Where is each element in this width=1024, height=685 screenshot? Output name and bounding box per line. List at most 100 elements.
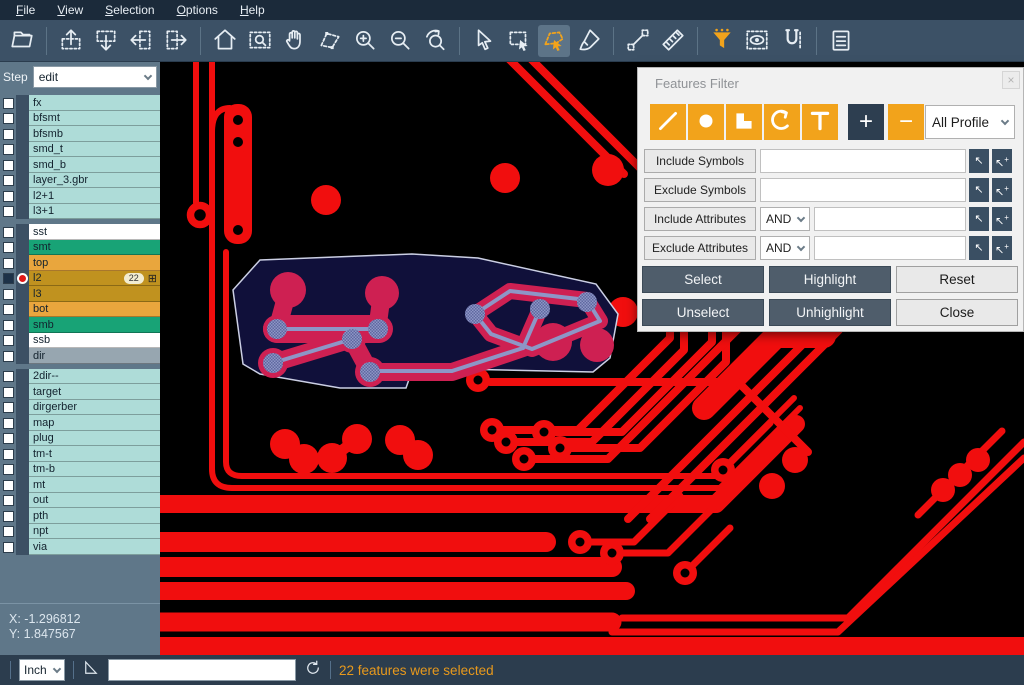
home-view-button[interactable] xyxy=(209,25,241,57)
layer-active-indicator[interactable] xyxy=(16,224,29,240)
zoom-in-button[interactable] xyxy=(349,25,381,57)
layer-active-indicator[interactable] xyxy=(16,524,29,540)
layer-visibility-checkbox[interactable] xyxy=(3,227,14,238)
menu-options[interactable]: Options xyxy=(167,1,228,19)
layer-row-sst[interactable]: sst xyxy=(0,224,160,240)
layer-row-out[interactable]: out xyxy=(0,493,160,509)
layer-visibility-checkbox[interactable] xyxy=(3,144,14,155)
layer-row-npt[interactable]: npt xyxy=(0,524,160,540)
exclude-symbols-button[interactable]: Exclude Symbols xyxy=(644,178,756,202)
layer-active-indicator[interactable] xyxy=(16,317,29,333)
pick-from-screen-button[interactable]: ↖ xyxy=(969,207,989,231)
pick-from-screen-button[interactable]: ↖ xyxy=(969,149,989,173)
layer-visibility-checkbox[interactable] xyxy=(3,526,14,537)
layer-active-indicator[interactable] xyxy=(16,539,29,555)
layer-active-indicator[interactable] xyxy=(16,286,29,302)
layer-row-plug[interactable]: plug xyxy=(0,431,160,447)
layer-active-indicator[interactable] xyxy=(16,188,29,204)
layer-row-fx[interactable]: fx xyxy=(0,95,160,111)
profile-dropdown[interactable]: All Profile xyxy=(925,105,1015,139)
layer-active-indicator[interactable] xyxy=(16,508,29,524)
layer-visibility-checkbox[interactable] xyxy=(3,273,14,284)
select-polygon-button[interactable] xyxy=(538,25,570,57)
menu-file[interactable]: File xyxy=(6,1,45,19)
layer-active-indicator[interactable] xyxy=(16,477,29,493)
exclude-symbols-input[interactable] xyxy=(760,178,966,202)
layer-active-indicator[interactable] xyxy=(16,302,29,318)
layer-active-indicator[interactable] xyxy=(16,255,29,271)
layer-visibility-checkbox[interactable] xyxy=(3,402,14,413)
menu-selection[interactable]: Selection xyxy=(95,1,164,19)
include-attributes-logic-dropdown[interactable]: AND xyxy=(760,207,810,231)
layer-row-smd_b[interactable]: smd_b xyxy=(0,157,160,173)
layer-visibility-checkbox[interactable] xyxy=(3,304,14,315)
zoom-previous-button[interactable] xyxy=(419,25,451,57)
layer-visibility-checkbox[interactable] xyxy=(3,129,14,140)
close-icon[interactable]: × xyxy=(1002,71,1020,89)
layer-visibility-checkbox[interactable] xyxy=(3,387,14,398)
layer-row-bfsmt[interactable]: bfsmt xyxy=(0,111,160,127)
layer-active-indicator[interactable] xyxy=(16,446,29,462)
close-button[interactable]: Close xyxy=(896,299,1018,326)
layer-visibility-checkbox[interactable] xyxy=(3,449,14,460)
line-feature-button[interactable] xyxy=(650,104,686,140)
exclude-attributes-button[interactable]: Exclude Attributes xyxy=(644,236,756,260)
menu-help[interactable]: Help xyxy=(230,1,275,19)
layer-active-indicator[interactable] xyxy=(16,126,29,142)
open-folder-button[interactable] xyxy=(6,25,38,57)
text-feature-button[interactable] xyxy=(802,104,838,140)
exclude-attributes-logic-dropdown[interactable]: AND xyxy=(760,236,810,260)
layer-row-via[interactable]: via xyxy=(0,539,160,555)
unhighlight-button[interactable]: Unhighlight xyxy=(769,299,891,326)
pan-view-left-button[interactable] xyxy=(125,25,157,57)
layer-row-l2+1[interactable]: l2+1 xyxy=(0,188,160,204)
layer-row-smd_t[interactable]: smd_t xyxy=(0,142,160,158)
layer-visibility-checkbox[interactable] xyxy=(3,418,14,429)
layer-row-tm-b[interactable]: tm-b xyxy=(0,462,160,478)
layer-active-indicator[interactable] xyxy=(16,157,29,173)
layer-visibility-checkbox[interactable] xyxy=(3,542,14,553)
add-filter-button[interactable]: + xyxy=(848,104,884,140)
pick-from-screen-button[interactable]: ↖ xyxy=(969,178,989,202)
pan-view-right-button[interactable] xyxy=(160,25,192,57)
layer-active-indicator[interactable] xyxy=(16,415,29,431)
zoom-area-button[interactable] xyxy=(244,25,276,57)
layer-visibility-checkbox[interactable] xyxy=(3,160,14,171)
layer-visibility-checkbox[interactable] xyxy=(3,464,14,475)
pan-view-down-button[interactable] xyxy=(90,25,122,57)
layer-visibility-checkbox[interactable] xyxy=(3,175,14,186)
layer-grid-icon[interactable]: ⊞ xyxy=(148,272,157,285)
include-symbols-input[interactable] xyxy=(760,149,966,173)
layer-active-indicator[interactable] xyxy=(16,400,29,416)
layer-visibility-checkbox[interactable] xyxy=(3,289,14,300)
report-list-button[interactable] xyxy=(825,25,857,57)
layer-row-l2[interactable]: l222⊞ xyxy=(0,271,160,287)
measure-ruler-button[interactable] xyxy=(657,25,689,57)
layer-visibility-checkbox[interactable] xyxy=(3,98,14,109)
layer-active-indicator[interactable] xyxy=(16,493,29,509)
layer-visibility-checkbox[interactable] xyxy=(3,335,14,346)
layer-row-l3+1[interactable]: l3+1 xyxy=(0,204,160,220)
layer-active-indicator[interactable] xyxy=(16,431,29,447)
pick-from-screen-button[interactable]: ↖ xyxy=(969,236,989,260)
measure-line-button[interactable] xyxy=(622,25,654,57)
arc-feature-button[interactable] xyxy=(764,104,800,140)
layer-visibility-checkbox[interactable] xyxy=(3,113,14,124)
layer-active-indicator[interactable] xyxy=(16,111,29,127)
remove-filter-button[interactable]: − xyxy=(888,104,924,140)
layer-visibility-checkbox[interactable] xyxy=(3,351,14,362)
layer-active-indicator[interactable] xyxy=(16,348,29,364)
layer-active-indicator[interactable] xyxy=(16,462,29,478)
layer-row-l3[interactable]: l3 xyxy=(0,286,160,302)
layer-visibility-checkbox[interactable] xyxy=(3,206,14,217)
layer-visibility-checkbox[interactable] xyxy=(3,511,14,522)
layer-row-mt[interactable]: mt xyxy=(0,477,160,493)
layer-active-indicator[interactable] xyxy=(16,204,29,220)
measurement-input[interactable] xyxy=(108,659,296,681)
pan-hand-button[interactable] xyxy=(279,25,311,57)
layer-row-pth[interactable]: pth xyxy=(0,508,160,524)
layer-row-top[interactable]: top xyxy=(0,255,160,271)
snap-angle-icon[interactable] xyxy=(82,659,100,682)
layer-row-ssb[interactable]: ssb xyxy=(0,333,160,349)
layer-visibility-checkbox[interactable] xyxy=(3,433,14,444)
